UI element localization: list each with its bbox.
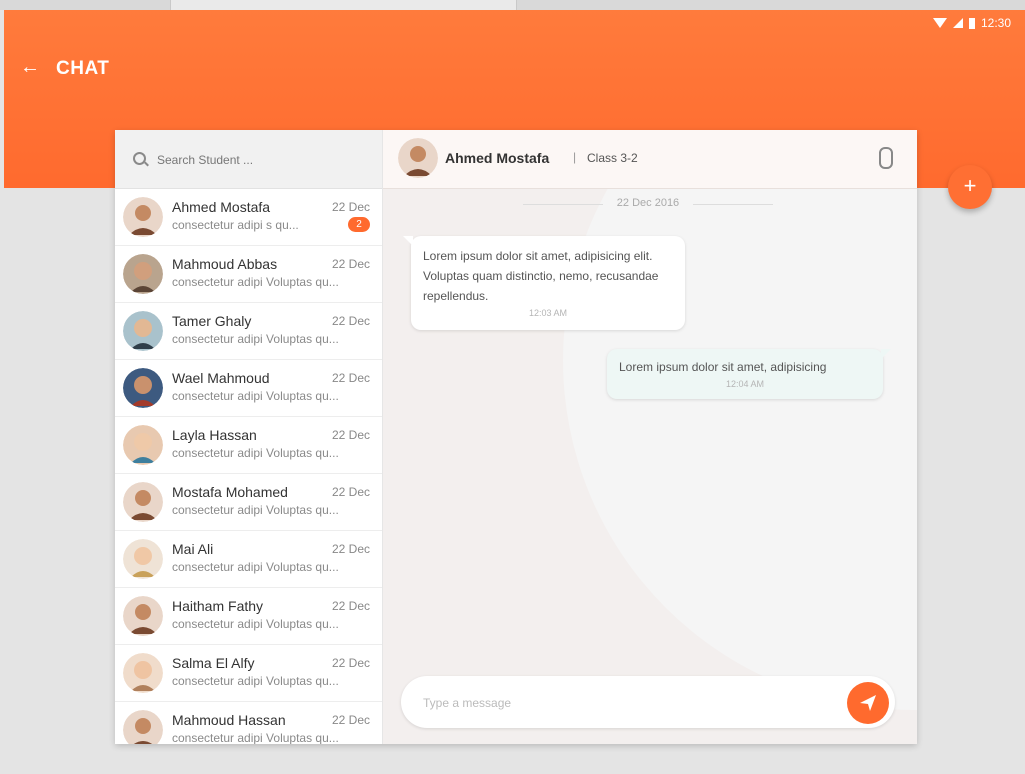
contact-item[interactable]: Mostafa Mohamed 22 Dec consectetur adipi… <box>115 474 382 531</box>
contact-preview: consectetur adipi Voluptas qu... <box>172 674 339 688</box>
search-input[interactable] <box>155 148 369 172</box>
contact-preview: consectetur adipi Voluptas qu... <box>172 275 339 289</box>
contact-item[interactable]: Haitham Fathy 22 Dec consectetur adipi V… <box>115 588 382 645</box>
search-icon <box>133 152 146 165</box>
contact-date: 22 Dec <box>331 656 370 670</box>
message-outgoing: Lorem ipsum dolor sit amet, adipisicing … <box>607 349 891 399</box>
contact-name: Tamer Ghaly <box>172 313 252 329</box>
contact-name: Layla Hassan <box>172 427 257 443</box>
contact-date: 22 Dec <box>331 200 370 214</box>
contacts-panel: Ahmed Mostafa 22 Dec consectetur adipi s… <box>115 130 383 744</box>
contact-item[interactable]: Tamer Ghaly 22 Dec consectetur adipi Vol… <box>115 303 382 360</box>
background-strip <box>0 0 1025 10</box>
send-button[interactable] <box>847 682 889 724</box>
search-bar <box>115 130 382 189</box>
avatar <box>123 425 163 465</box>
conversation-class: Class 3-2 <box>587 151 638 165</box>
contact-preview: consectetur adipi s qu... <box>172 218 299 232</box>
contact-date: 22 Dec <box>331 314 370 328</box>
contact-name: Ahmed Mostafa <box>172 199 271 215</box>
unread-badge: 2 <box>348 217 370 232</box>
contact-item[interactable]: Wael Mahmoud 22 Dec consectetur adipi Vo… <box>115 360 382 417</box>
date-divider: 22 Dec 2016 <box>523 197 773 211</box>
contact-item[interactable]: Salma El Alfy 22 Dec consectetur adipi V… <box>115 645 382 702</box>
message-text: Lorem ipsum dolor sit amet, adipisicing … <box>423 249 659 303</box>
avatar <box>123 197 163 237</box>
conversation-panel: Ahmed Mostafa | Class 3-2 22 Dec 2016 Lo… <box>383 130 917 744</box>
arrow-left-icon[interactable]: ← <box>20 56 40 79</box>
avatar <box>123 710 163 744</box>
contact-date: 22 Dec <box>331 713 370 727</box>
message-time: 12:04 AM <box>725 379 765 389</box>
contact-name: Mahmoud Hassan <box>172 712 286 728</box>
status-time: 12:30 <box>980 16 1011 30</box>
contact-preview: consectetur adipi Voluptas qu... <box>172 560 339 574</box>
avatar <box>123 311 163 351</box>
background-window <box>170 0 517 10</box>
contact-preview: consectetur adipi Voluptas qu... <box>172 389 339 403</box>
contact-item[interactable]: Ahmed Mostafa 22 Dec consectetur adipi s… <box>115 189 382 246</box>
avatar <box>398 138 438 178</box>
contact-preview: consectetur adipi Voluptas qu... <box>172 503 339 517</box>
message-incoming: Lorem ipsum dolor sit amet, adipisicing … <box>403 236 685 330</box>
contact-item[interactable]: Mai Ali 22 Dec consectetur adipi Volupta… <box>115 531 382 588</box>
header-separator: | <box>573 150 577 164</box>
contact-name: Mahmoud Abbas <box>172 256 278 272</box>
battery-icon <box>968 17 975 29</box>
contact-name: Haitham Fathy <box>172 598 264 614</box>
chat-card: Ahmed Mostafa 22 Dec consectetur adipi s… <box>115 130 917 744</box>
contact-item[interactable]: Mahmoud Hassan 22 Dec consectetur adipi … <box>115 702 382 744</box>
message-time: 12:03 AM <box>528 308 568 318</box>
add-button[interactable]: + <box>948 165 992 209</box>
contact-preview: consectetur adipi Voluptas qu... <box>172 731 339 744</box>
avatar <box>123 482 163 522</box>
avatar <box>123 368 163 408</box>
paperclip-icon[interactable] <box>879 147 893 169</box>
contact-item[interactable]: Mahmoud Abbas 22 Dec consectetur adipi V… <box>115 246 382 303</box>
message-text: Lorem ipsum dolor sit amet, adipisicing <box>619 360 827 374</box>
contact-date: 22 Dec <box>331 542 370 556</box>
signal-icon <box>952 18 963 28</box>
message-composer <box>401 676 895 728</box>
contact-name: Mostafa Mohamed <box>172 484 288 500</box>
conversation-name: Ahmed Mostafa <box>445 150 550 166</box>
contact-name: Salma El Alfy <box>172 655 255 671</box>
contact-preview: consectetur adipi Voluptas qu... <box>172 617 339 631</box>
contact-preview: consectetur adipi Voluptas qu... <box>172 332 339 346</box>
avatar <box>123 254 163 294</box>
contact-name: Mai Ali <box>172 541 214 557</box>
conversation-header: Ahmed Mostafa | Class 3-2 <box>383 130 917 189</box>
page-title: CHAT <box>56 58 110 79</box>
contact-name: Wael Mahmoud <box>172 370 270 386</box>
contact-item[interactable]: Layla Hassan 22 Dec consectetur adipi Vo… <box>115 417 382 474</box>
avatar <box>123 653 163 693</box>
wifi-icon <box>932 18 947 28</box>
contact-preview: consectetur adipi Voluptas qu... <box>172 446 339 460</box>
avatar <box>123 539 163 579</box>
contact-date: 22 Dec <box>331 371 370 385</box>
send-icon <box>860 695 876 711</box>
contact-date: 22 Dec <box>331 428 370 442</box>
contact-date: 22 Dec <box>331 257 370 271</box>
contacts-list: Ahmed Mostafa 22 Dec consectetur adipi s… <box>115 189 382 744</box>
background-shape <box>563 130 917 710</box>
contact-date: 22 Dec <box>331 599 370 613</box>
status-bar: 12:30 <box>932 16 1011 30</box>
message-input[interactable] <box>421 691 825 715</box>
contact-date: 22 Dec <box>331 485 370 499</box>
avatar <box>123 596 163 636</box>
